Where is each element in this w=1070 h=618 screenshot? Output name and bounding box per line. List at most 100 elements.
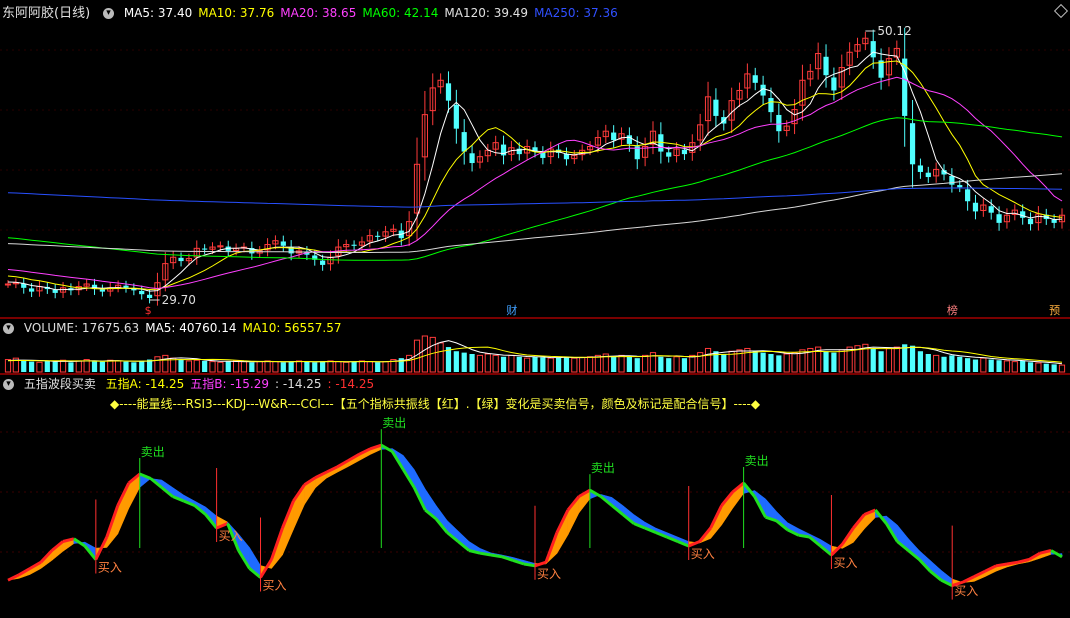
buy-signal-label-1: 买入	[219, 529, 243, 543]
high-label: 50.12	[877, 24, 911, 38]
volume-bar-24	[193, 359, 200, 373]
volume-bar-44	[351, 361, 357, 372]
volume-bar-39	[312, 362, 318, 372]
volume-bar-111	[878, 351, 884, 372]
candle-body-47	[375, 235, 381, 237]
indicator-line-72	[798, 533, 810, 539]
volume-bar-127	[1003, 360, 1011, 373]
candle-body-15	[123, 285, 129, 288]
volume-bar-35	[280, 362, 286, 372]
buy-signal-label-0: 买入	[98, 561, 122, 575]
chart-canvas[interactable]: 50.1229.70$ 财榜预卖出卖出卖出卖出买入买入买入买入买入买入买入	[0, 0, 1070, 618]
volume-bar-69	[547, 357, 554, 373]
volume-bar-17	[139, 360, 145, 372]
volume-bar-48	[382, 361, 389, 373]
candle-body-95	[752, 75, 758, 83]
indicator-line-48	[534, 560, 547, 568]
volume-bar-22	[178, 359, 184, 372]
volume-bar-53	[421, 335, 428, 373]
volume-bar-58	[461, 352, 467, 372]
candle-body-57	[453, 104, 459, 129]
volume-bar-4	[36, 361, 43, 373]
volume-bar-3	[28, 361, 35, 372]
indicator-line-91	[1006, 560, 1019, 566]
indicator-line-90	[995, 562, 1008, 568]
volume-bar-60	[476, 354, 484, 373]
volume-bar-28	[225, 361, 231, 372]
candle-body-79	[626, 135, 632, 144]
volume-bar-105	[831, 352, 837, 372]
volume-bar-43	[343, 361, 350, 373]
volume-bar-8	[68, 362, 74, 372]
indicator-line-44	[490, 553, 503, 559]
volume-bar-47	[375, 362, 381, 372]
volume-bar-46	[366, 361, 373, 373]
volume-bar-80	[634, 358, 640, 372]
volume-bar-122	[965, 358, 971, 372]
ma-line-MA120	[7, 173, 1063, 253]
volume-bar-132	[1043, 363, 1049, 372]
volume-bar-83	[658, 356, 664, 372]
buy-signal-label-3: 买入	[537, 567, 561, 581]
buy-signal-label-5: 买入	[833, 556, 857, 570]
candle-body-90	[713, 99, 719, 116]
candle-body-115	[909, 123, 916, 165]
candle-body-110	[870, 41, 876, 58]
volume-bar-74	[586, 356, 594, 373]
ma-line-MA250	[7, 187, 1063, 208]
volume-bar-84	[666, 358, 672, 372]
volume-bar-2	[21, 360, 27, 372]
volume-bar-116	[917, 351, 924, 372]
candle-body-59	[469, 153, 475, 164]
event-marker-2: 榜	[947, 303, 958, 317]
volume-bar-6	[52, 361, 58, 372]
volume-bar-20	[162, 354, 169, 373]
candle-body-12	[99, 289, 105, 292]
volume-bar-119	[941, 356, 947, 372]
volume-bar-37	[295, 360, 303, 373]
volume-bar-95	[752, 351, 758, 372]
volume-bar-61	[484, 353, 491, 373]
candle-body-129	[1020, 211, 1026, 218]
volume-bar-123	[972, 359, 979, 372]
volume-bar-67	[532, 356, 538, 372]
volume-bar-112	[885, 347, 893, 373]
candle-body-58	[461, 132, 467, 152]
buy-signal-label-2: 买入	[263, 579, 287, 593]
volume-bar-73	[579, 356, 586, 373]
buy-signal-label-6: 买入	[954, 584, 978, 598]
indicator-line-47	[523, 562, 536, 568]
volume-bar-97	[768, 354, 774, 372]
volume-bar-5	[44, 360, 50, 372]
volume-bar-71	[563, 356, 570, 372]
volume-bar-70	[555, 357, 562, 372]
volume-bar-78	[618, 354, 625, 373]
volume-bar-106	[838, 349, 845, 373]
candle-body-104	[823, 56, 829, 76]
volume-bar-9	[75, 360, 82, 373]
volume-bar-113	[893, 346, 900, 373]
candle-body-116	[917, 165, 924, 172]
volume-bar-31	[249, 362, 255, 372]
sell-signal-label-1: 卖出	[382, 416, 406, 430]
volume-bar-11	[91, 360, 98, 372]
volume-bar-104	[823, 351, 829, 372]
candle-body-0	[4, 283, 12, 286]
volume-bar-41	[327, 360, 334, 373]
candle-body-98	[776, 114, 782, 132]
volume-bar-75	[594, 354, 602, 373]
candle-body-22	[178, 257, 184, 262]
volume-bar-125	[988, 359, 994, 372]
candle-body-130	[1027, 218, 1034, 225]
candle-body-35	[280, 241, 286, 246]
volume-bar-115	[909, 345, 916, 372]
volume-bar-81	[642, 354, 649, 373]
candle-body-120	[949, 176, 955, 185]
indicator-fill-10	[117, 482, 130, 535]
candle-body-84	[666, 152, 672, 157]
volume-bar-63	[500, 356, 507, 372]
candle-body-77	[611, 132, 617, 141]
volume-bar-57	[453, 351, 459, 372]
candle-body-40	[320, 260, 326, 265]
volume-bar-12	[99, 361, 105, 372]
